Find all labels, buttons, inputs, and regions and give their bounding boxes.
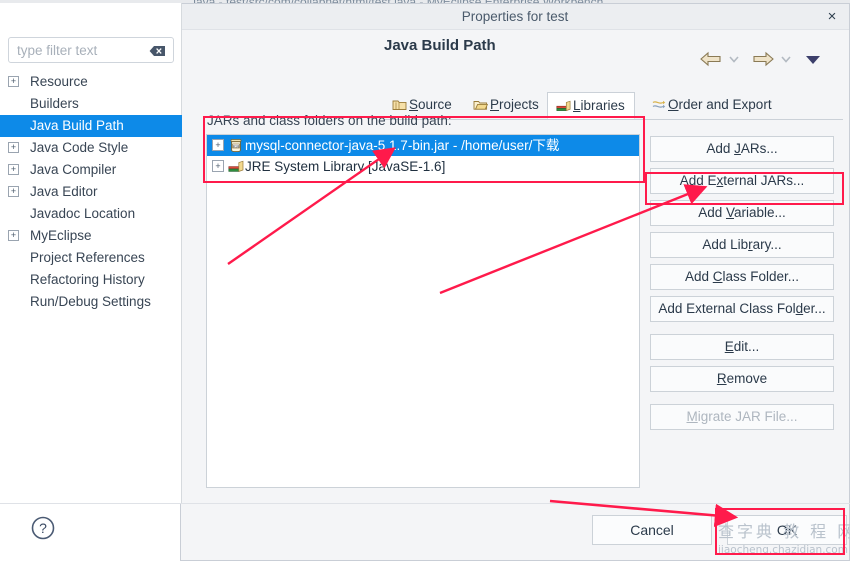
sidebar-item-resource[interactable]: + Resource [0, 71, 182, 93]
jars-group-label: JARs and class folders on the build path… [207, 113, 452, 128]
clear-icon[interactable] [149, 45, 166, 57]
tab-projects[interactable]: Projects [465, 92, 548, 119]
cancel-button[interactable]: Cancel [592, 515, 712, 545]
books-icon [556, 95, 571, 112]
sidebar-item-label: Run/Debug Settings [30, 294, 151, 309]
filter-placeholder: type filter text [17, 43, 98, 58]
sidebar-item-label: Resource [30, 74, 88, 89]
sidebar-item-label: MyEclipse [30, 228, 92, 243]
help-circle-icon[interactable]: ? [30, 515, 56, 541]
expand-icon[interactable]: + [212, 139, 224, 151]
build-path-entries-list[interactable]: + 010 mysql-connector-java-5.1.7-bin.jar… [206, 134, 640, 488]
sidebar-item-label: Javadoc Location [30, 206, 136, 221]
open-folder-icon [473, 94, 489, 110]
sidebar-item-label: Java Build Path [30, 118, 124, 133]
tab-order-and-export[interactable]: Order and Export [643, 92, 781, 119]
sidebar-item-label: Project References [30, 250, 145, 265]
expand-icon[interactable]: + [212, 160, 224, 172]
build-path-tabs: Source Projects Libraries Order and Expo… [384, 92, 843, 120]
chevron-down-icon[interactable] [727, 52, 741, 69]
sidebar-item-label: Java Compiler [30, 162, 117, 177]
triangle-down-icon[interactable] [805, 54, 821, 69]
navigation-toolbar [699, 49, 839, 73]
migrate-jar-file-button: Migrate JAR File... [650, 404, 834, 430]
sidebar-item-project-references[interactable]: Project References [0, 247, 182, 269]
footer-divider [0, 503, 850, 504]
sidebar-item-refactoring-history[interactable]: Refactoring History [0, 269, 182, 291]
expand-icon[interactable]: + [8, 186, 19, 197]
add-library-button[interactable]: Add Library... [650, 232, 834, 258]
list-item-label: JRE System Library [JavaSE-1.6] [245, 159, 446, 174]
sidebar-item-label: Builders [30, 96, 79, 111]
add-jars-button[interactable]: Add JARs... [650, 136, 834, 162]
jar-icon: 010 [228, 138, 244, 153]
tab-source-label-rest: ource [418, 97, 452, 112]
sidebar-item-builders[interactable]: Builders [0, 93, 182, 115]
sidebar-item-label: Java Editor [30, 184, 98, 199]
settings-tree-panel: type filter text + Resource Builders Java… [0, 3, 182, 503]
order-export-icon [651, 94, 666, 109]
ok-button[interactable]: OK [727, 515, 847, 545]
svg-text:?: ? [39, 520, 47, 536]
list-item-label: mysql-connector-java-5.1.7-bin.jar - /ho… [245, 138, 560, 153]
list-item[interactable]: + JRE System Library [JavaSE-1.6] [207, 156, 639, 177]
expand-icon[interactable]: + [8, 76, 19, 87]
tab-libraries[interactable]: Libraries [547, 92, 635, 119]
edit-button[interactable]: Edit... [650, 334, 834, 360]
sidebar-item-myeclipse[interactable]: + MyEclipse [0, 225, 182, 247]
forward-arrow-icon[interactable] [751, 49, 775, 72]
package-folder-icon [392, 94, 407, 110]
filter-input[interactable]: type filter text [8, 37, 174, 63]
chevron-down-icon[interactable] [779, 52, 793, 69]
expand-icon[interactable]: + [8, 142, 19, 153]
back-arrow-icon[interactable] [699, 49, 723, 72]
svg-text:010: 010 [233, 144, 240, 148]
expand-icon[interactable]: + [8, 164, 19, 175]
remove-button[interactable]: Remove [650, 366, 834, 392]
sidebar-item-javadoc-location[interactable]: Javadoc Location [0, 203, 182, 225]
tab-order-export-label-rest: rder and Export [678, 97, 772, 112]
build-path-actions: Add JARs... Add External JARs... Add Var… [650, 136, 842, 436]
tab-libraries-label-rest: ibraries [580, 98, 625, 113]
add-class-folder-button[interactable]: Add Class Folder... [650, 264, 834, 290]
books-icon [228, 159, 244, 174]
list-item[interactable]: + 010 mysql-connector-java-5.1.7-bin.jar… [207, 135, 639, 156]
sidebar-item-java-build-path[interactable]: Java Build Path [0, 115, 182, 137]
sidebar-item-java-code-style[interactable]: + Java Code Style [0, 137, 182, 159]
sidebar-item-java-compiler[interactable]: + Java Compiler [0, 159, 182, 181]
sidebar-item-label: Refactoring History [30, 272, 145, 287]
page-title: Java Build Path [384, 37, 496, 54]
sidebar-item-java-editor[interactable]: + Java Editor [0, 181, 182, 203]
settings-tree: + Resource Builders Java Build Path + Java… [0, 71, 182, 313]
add-external-class-folder-button[interactable]: Add External Class Folder... [650, 296, 834, 322]
sidebar-item-run-debug-settings[interactable]: Run/Debug Settings [0, 291, 182, 313]
expand-icon[interactable]: + [8, 230, 19, 241]
add-external-jars-button[interactable]: Add External JARs... [650, 168, 834, 194]
tab-projects-label-rest: rojects [499, 97, 539, 112]
add-variable-button[interactable]: Add Variable... [650, 200, 834, 226]
sidebar-item-label: Java Code Style [30, 140, 129, 155]
